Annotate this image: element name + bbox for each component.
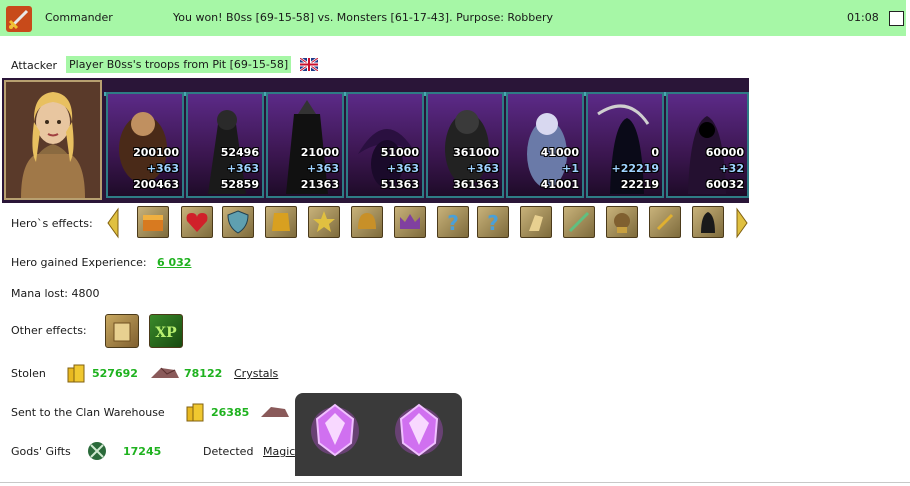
troop-bonus: +363 [226, 162, 259, 175]
troop-bonus: +22219 [611, 162, 660, 175]
dark-cloak-icon[interactable] [692, 206, 724, 238]
magic-gem-icon[interactable] [389, 399, 449, 459]
mana-lost: Mana lost: 4800 [11, 287, 100, 300]
troop-card[interactable]: 21000 +363 21363 [266, 92, 344, 198]
guard-icon[interactable] [606, 206, 638, 238]
troop-card[interactable]: 0 +22219 22219 [586, 92, 664, 198]
stolen-label: Stolen [11, 367, 46, 380]
experience-value[interactable]: 6 032 [157, 256, 191, 269]
scroll-left-icon[interactable] [106, 207, 120, 239]
sword-icon [6, 6, 32, 32]
battle-result: You won! B0ss [69-15-58] vs. Monsters [6… [173, 11, 554, 24]
clan-gold: 26385 [211, 406, 250, 419]
troop-card[interactable]: 52496 +363 52859 [186, 92, 264, 198]
treasure-chest-icon[interactable] [137, 206, 169, 238]
crystals-icon [261, 407, 289, 417]
attacker-name[interactable]: Player B0ss's troops from Pit [69-15-58] [66, 56, 292, 73]
troop-total: 60032 [705, 178, 744, 191]
stolen-crystals: 78122 [184, 367, 223, 380]
question-icon[interactable]: ? [437, 206, 469, 238]
clan-warehouse-label: Sent to the Clan Warehouse [11, 406, 165, 419]
gold-coins-icon [67, 364, 85, 383]
troop-total: 361363 [453, 178, 499, 191]
svg-text:?: ? [487, 211, 499, 235]
other-effects-label: Other effects: [11, 324, 87, 337]
troop-total: 200463 [133, 178, 179, 191]
hero-figure-icon [6, 82, 100, 198]
xp-boost-icon[interactable]: XP [149, 314, 183, 348]
troop-count: 60000 [705, 146, 744, 159]
troop-count: 361000 [453, 146, 499, 159]
troop-card[interactable]: 51000 +363 51363 [346, 92, 424, 198]
troop-count: 52496 [220, 146, 259, 159]
troop-card[interactable]: 41000 +1 41001 [506, 92, 584, 198]
gold-coins-icon [186, 403, 204, 422]
troop-bonus: +32 [719, 162, 744, 175]
troop-card[interactable]: 361000 +363 361363 [426, 92, 504, 198]
troop-count: 51000 [380, 146, 419, 159]
battle-time: 01:08 [847, 11, 879, 24]
attacker-label: Attacker [11, 59, 58, 72]
troop-bonus: +363 [466, 162, 499, 175]
stolen-gold: 527692 [92, 367, 138, 380]
golden-helm-icon[interactable] [351, 206, 383, 238]
experience-label: Hero gained Experience: [11, 256, 147, 269]
troop-bonus: +363 [306, 162, 339, 175]
crystals-icon [151, 367, 179, 378]
uk-flag-icon [300, 58, 318, 71]
svg-text:?: ? [447, 211, 459, 235]
detected-label: Detected [203, 445, 254, 458]
question-icon[interactable]: ? [477, 206, 509, 238]
gods-gifts-label: Gods' Gifts [11, 445, 71, 458]
troop-bonus: +1 [562, 162, 579, 175]
troop-count: 21000 [300, 146, 339, 159]
select-checkbox[interactable] [889, 11, 904, 26]
scroll-bonus-icon[interactable] [105, 314, 139, 348]
svg-text:XP: XP [155, 325, 177, 341]
dagger-icon[interactable] [649, 206, 681, 238]
troop-total: 52859 [220, 178, 259, 191]
gauntlet-icon[interactable] [520, 206, 552, 238]
shield-icon[interactable] [222, 206, 254, 238]
purple-crown-icon[interactable] [394, 206, 426, 238]
troop-count: 41000 [540, 146, 579, 159]
gods-gifts-value: 17245 [123, 445, 162, 458]
troop-total: 21363 [300, 178, 339, 191]
magic-item-popup [295, 393, 462, 476]
heart-icon[interactable] [181, 206, 213, 238]
troop-count: 0 [651, 146, 659, 159]
gift-orb-icon [88, 442, 106, 460]
crystals-link[interactable]: Crystals [234, 367, 278, 380]
sword-icon[interactable] [563, 206, 595, 238]
troop-total: 22219 [620, 178, 659, 191]
star-medal-icon[interactable] [308, 206, 340, 238]
hero-effects-label: Hero`s effects: [11, 217, 93, 230]
troop-card[interactable]: 60000 +32 60032 [666, 92, 749, 198]
troops-strip: 200100 +363 200463 52496 +363 52859 2100… [2, 78, 749, 203]
role-label: Commander [45, 11, 113, 24]
golden-armor-icon[interactable] [265, 206, 297, 238]
troop-bonus: +363 [386, 162, 419, 175]
troop-total: 41001 [540, 178, 579, 191]
scroll-right-icon[interactable] [735, 207, 749, 239]
troop-bonus: +363 [146, 162, 179, 175]
troop-total: 51363 [380, 178, 419, 191]
battle-header: Commander You won! B0ss [69-15-58] vs. M… [0, 0, 906, 36]
hero-portrait[interactable] [4, 80, 102, 200]
troop-card[interactable]: 200100 +363 200463 [106, 92, 184, 198]
magic-gem-icon[interactable] [305, 399, 365, 459]
divider [0, 482, 910, 483]
troop-count: 200100 [133, 146, 179, 159]
